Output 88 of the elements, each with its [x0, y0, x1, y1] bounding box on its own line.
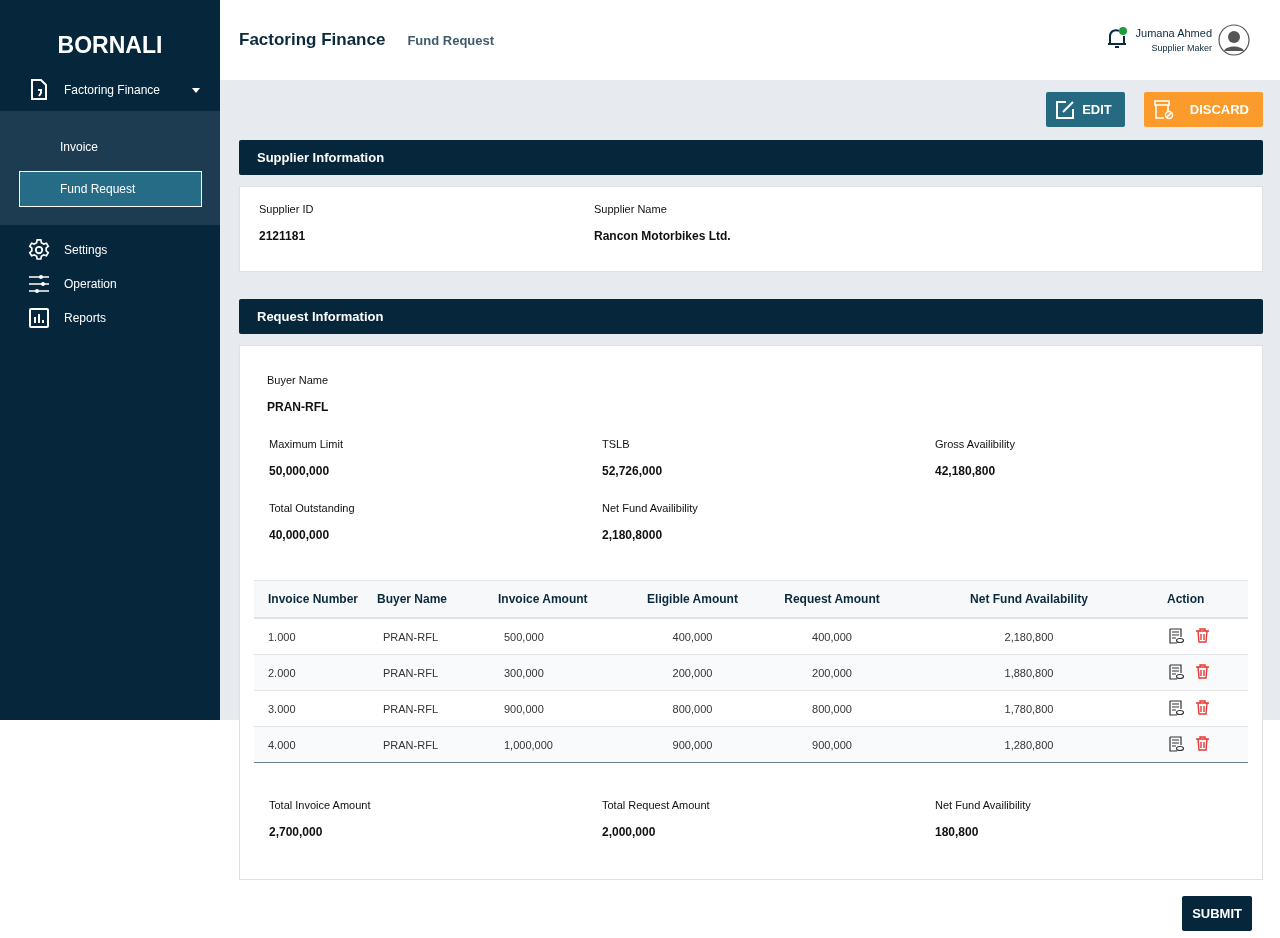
nav-item[interactable]: Settings: [0, 233, 220, 267]
document-view-icon[interactable]: [1169, 699, 1184, 716]
field-value: 2,700,000: [269, 825, 324, 839]
column-header: Action: [1155, 580, 1248, 618]
table-cell: 400,000: [761, 618, 903, 655]
submenu-item[interactable]: Fund Request: [19, 171, 202, 207]
table-cell: 2,180,800: [903, 618, 1155, 655]
field-label: Buyer Name: [267, 374, 330, 386]
document-view-icon[interactable]: [1169, 663, 1184, 680]
table-cell: 4.000: [254, 726, 371, 763]
field-value: 2,000,000: [602, 825, 657, 839]
settings-icon: [28, 238, 50, 262]
field-label: Gross Availibility: [935, 438, 1016, 450]
column-header: Invoice Number: [254, 580, 371, 618]
table-cell: 2.000: [254, 654, 371, 691]
nav-item[interactable]: Factoring Finance: [0, 73, 220, 107]
delete-icon[interactable]: [1196, 736, 1209, 751]
column-header: Request Amount: [761, 580, 903, 618]
table-cell: 300,000: [488, 654, 624, 691]
table-cell: 400,000: [624, 618, 761, 655]
table-cell: 3.000: [254, 690, 371, 727]
field-label: Net Fund Availibility: [602, 502, 699, 514]
field-value: 2,180,8000: [602, 528, 664, 542]
field-label: Total Invoice Amount: [269, 799, 372, 811]
bar-chart-icon: [28, 308, 50, 328]
table-cell: 900,000: [624, 726, 761, 763]
field-value: 180,800: [935, 825, 980, 839]
submenu-item[interactable]: Invoice: [19, 129, 202, 165]
table-cell: PRAN-RFL: [371, 618, 488, 655]
nav-label: Factoring Finance: [64, 83, 162, 97]
user-name: Jumana Ahmed: [1135, 27, 1212, 39]
table-cell: 900,000: [761, 726, 903, 763]
table-cell: PRAN-RFL: [371, 726, 488, 763]
field-label: Total Request Amount: [602, 799, 711, 811]
table-cell: 200,000: [761, 654, 903, 691]
nav-label: Reports: [64, 311, 108, 325]
field-value: 52,726,000: [602, 464, 664, 478]
field-label: TSLB: [602, 438, 631, 450]
edit-icon: [1056, 100, 1075, 119]
table-cell: 1.000: [254, 618, 371, 655]
field-value: 40,000,000: [269, 528, 331, 542]
delete-icon[interactable]: [1196, 628, 1209, 643]
delete-icon[interactable]: [1196, 700, 1209, 715]
field-value: 50,000,000: [269, 464, 331, 478]
field-label: Total Outstanding: [269, 502, 356, 514]
action-button[interactable]: EDIT: [1046, 92, 1125, 127]
section-header: Supplier Information: [239, 140, 1263, 175]
field-value: Rancon Motorbikes Ltd.: [594, 229, 731, 243]
breadcrumb-link[interactable]: Fund Request: [407, 32, 495, 48]
field-value: 42,180,800: [935, 464, 997, 478]
table-cell: 800,000: [624, 690, 761, 727]
column-header: Net Fund Availability: [903, 580, 1155, 618]
field-label: Net Fund Availibility: [935, 799, 1032, 811]
table-cell: 200,000: [624, 654, 761, 691]
delete-icon[interactable]: [1196, 664, 1209, 679]
submit-button[interactable]: SUBMIT: [1182, 896, 1252, 931]
column-header: Invoice Amount: [488, 580, 624, 618]
nav-item[interactable]: Reports: [0, 301, 220, 335]
table-cell: 1,780,800: [903, 690, 1155, 727]
archive-cancel-icon: [1153, 99, 1174, 120]
column-header: Eligible Amount: [624, 580, 761, 618]
table-cell: 500,000: [488, 618, 624, 655]
table-cell: 1,880,800: [903, 654, 1155, 691]
field-value: 2121181: [259, 229, 307, 243]
table-cell: PRAN-RFL: [371, 654, 488, 691]
table-cell: 1,280,800: [903, 726, 1155, 763]
section-header: Request Information: [239, 299, 1263, 334]
nav-label: Settings: [64, 243, 109, 257]
document-view-icon[interactable]: [1169, 735, 1184, 752]
field-label: Maximum Limit: [269, 438, 344, 450]
table-cell: PRAN-RFL: [371, 690, 488, 727]
column-header: Buyer Name: [371, 580, 488, 618]
field-value: PRAN-RFL: [267, 400, 330, 414]
document-view-icon[interactable]: [1169, 627, 1184, 644]
field-label: Supplier Name: [594, 203, 668, 215]
sliders-icon: [28, 274, 50, 294]
user-role: Supplier Maker: [1151, 43, 1212, 53]
brand-logo: BORNALI: [56, 31, 164, 60]
nav-item[interactable]: Operation: [0, 267, 220, 301]
notification-bell-icon[interactable]: [1105, 26, 1128, 50]
page-title: Factoring Finance: [239, 30, 386, 50]
document-icon: [28, 79, 50, 101]
nav-label: Operation: [64, 277, 118, 291]
table-cell: 800,000: [761, 690, 903, 727]
avatar-icon[interactable]: [1218, 24, 1250, 56]
table-cell: 1,000,000: [488, 726, 624, 763]
field-label: Supplier ID: [259, 203, 315, 215]
table-cell: 900,000: [488, 690, 624, 727]
